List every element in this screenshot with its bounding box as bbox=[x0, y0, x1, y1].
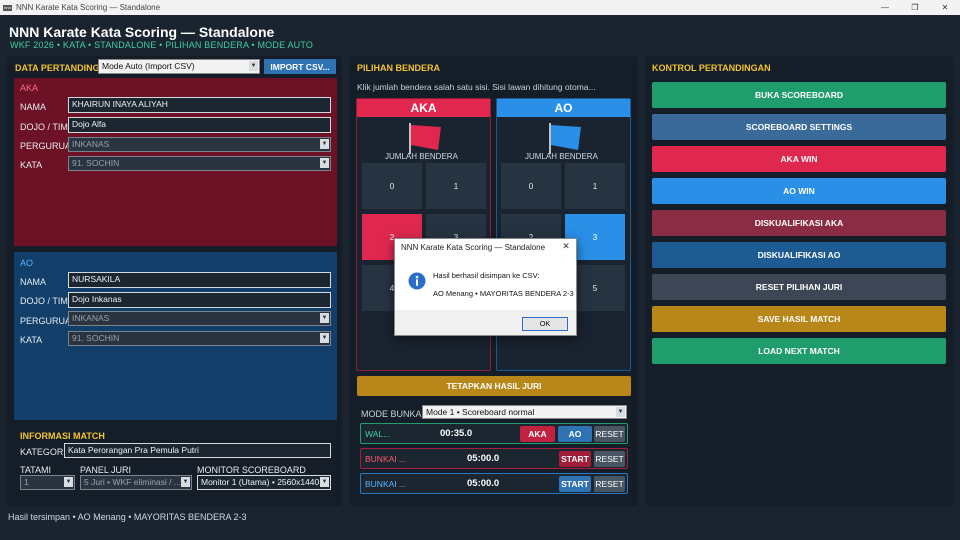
window-titlebar: nnn NNN Karate Kata Scoring — Standalone… bbox=[0, 0, 960, 15]
aka-flag-count-0[interactable]: 0 bbox=[362, 163, 422, 209]
mode-bunkai-select[interactable]: Mode 1 • Scoreboard normal ▼ bbox=[422, 405, 627, 419]
kontrol-pertandingan-title: KONTROL PERTANDINGAN bbox=[652, 63, 771, 73]
buka-scoreboard-button[interactable]: BUKA SCOREBOARD bbox=[652, 82, 946, 108]
aka-dojo-input[interactable]: Dojo Alfa bbox=[68, 117, 331, 133]
ao-flag-icon bbox=[549, 123, 581, 154]
status-text: Hasil tersimpan • AO Menang • MAYORITAS … bbox=[8, 512, 247, 522]
wal-aka-button[interactable]: AKA bbox=[520, 426, 555, 442]
chevron-down-icon: ▼ bbox=[181, 477, 190, 487]
diskualifikasi-ao-button[interactable]: DISKUALIFIKASI AO bbox=[652, 242, 946, 268]
dialog-line-2: AO Menang • MAYORITAS BENDERA 2-3 bbox=[433, 289, 574, 298]
ao-nama-input[interactable]: NURSAKILA bbox=[68, 272, 331, 288]
app-subtitle: WKF 2026 • KATA • STANDALONE • PILIHAN B… bbox=[10, 40, 314, 50]
bunkai-ao-start-button[interactable]: START bbox=[559, 476, 591, 492]
ao-nama-label: NAMA bbox=[20, 277, 47, 287]
scoreboard-settings-button[interactable]: SCOREBOARD SETTINGS bbox=[652, 114, 946, 140]
aka-perguruan-select[interactable]: INKANAS ▼ bbox=[68, 137, 331, 152]
aka-perguruan-label: PERGURUAN bbox=[20, 141, 68, 151]
aka-kata-select[interactable]: 91. SOCHIN ▼ bbox=[68, 156, 331, 171]
ao-perguruan-select[interactable]: INKANAS ▼ bbox=[68, 311, 331, 326]
bunkai-aka-timer-time: 05:00.0 bbox=[467, 453, 500, 464]
reset-pilihan-juri-button[interactable]: RESET PILIHAN JURI bbox=[652, 274, 946, 300]
aka-kata-label: KATA bbox=[20, 160, 43, 170]
aka-win-button[interactable]: AKA WIN bbox=[652, 146, 946, 172]
flag-instruction: Klik jumlah bendera salah satu sisi. Sis… bbox=[357, 82, 596, 92]
dialog-title: NNN Karate Kata Scoring — Standalone bbox=[401, 243, 546, 252]
informasi-match-title: INFORMASI MATCH bbox=[20, 431, 105, 441]
tatami-label: TATAMI bbox=[20, 465, 51, 475]
app-icon: nnn bbox=[3, 4, 12, 11]
ao-flag-header: AO bbox=[497, 99, 630, 117]
wal-reset-button[interactable]: RESET bbox=[594, 426, 625, 442]
diskualifikasi-aka-button[interactable]: DISKUALIFIKASI AKA bbox=[652, 210, 946, 236]
dialog-line-1: Hasil berhasil disimpan ke CSV: bbox=[433, 271, 540, 280]
aka-nama-label: NAMA bbox=[20, 102, 47, 112]
ao-label: AO bbox=[20, 258, 34, 268]
aka-flag-header: AKA bbox=[357, 99, 490, 117]
window-title: NNN Karate Kata Scoring — Standalone bbox=[16, 3, 161, 12]
wal-timer-time: 00:35.0 bbox=[440, 428, 473, 439]
ao-flag-count-1[interactable]: 1 bbox=[565, 163, 625, 209]
chevron-down-icon: ▼ bbox=[616, 407, 625, 417]
import-csv-button[interactable]: IMPORT CSV... bbox=[264, 59, 336, 74]
wal-ao-button[interactable]: AO bbox=[558, 426, 592, 442]
monitor-select[interactable]: Monitor 1 (Utama) • 2560x1440 ▼ bbox=[197, 475, 331, 490]
aka-label: AKA bbox=[20, 83, 39, 93]
ao-flag-count-0[interactable]: 0 bbox=[501, 163, 561, 209]
panel-juri-label: PANEL JURI bbox=[80, 465, 132, 475]
save-hasil-match-button[interactable]: SAVE HASIL MATCH bbox=[652, 306, 946, 332]
aka-flag-icon bbox=[409, 123, 441, 154]
pilihan-bendera-title: PILIHAN BENDERA bbox=[357, 63, 441, 73]
chevron-down-icon: ▼ bbox=[320, 313, 329, 323]
mode-bunkai-label: MODE BUNKAI bbox=[361, 409, 425, 419]
dialog-close-icon[interactable]: ✕ bbox=[560, 240, 572, 252]
kategori-label: KATEGORI bbox=[20, 447, 66, 457]
app-title: NNN Karate Kata Scoring — Standalone bbox=[9, 24, 275, 40]
bunkai-aka-timer-label: BUNKAI ... bbox=[365, 454, 407, 464]
dialog-ok-button[interactable]: OK bbox=[522, 317, 568, 331]
ao-kata-select[interactable]: 91. SOCHIN ▼ bbox=[68, 331, 331, 346]
ao-dojo-input[interactable]: Dojo Inkanas bbox=[68, 292, 331, 308]
mode-select[interactable]: Mode Auto (Import CSV) ▼ bbox=[98, 59, 260, 74]
ao-jumlah-bendera-label: JUMLAH BENDERA bbox=[525, 152, 598, 161]
maximize-button[interactable]: ❐ bbox=[900, 0, 930, 15]
aka-jumlah-bendera-label: JUMLAH BENDERA bbox=[385, 152, 458, 161]
info-icon bbox=[408, 272, 426, 290]
ao-win-button[interactable]: AO WIN bbox=[652, 178, 946, 204]
ao-perguruan-label: PERGURUAN bbox=[20, 316, 68, 326]
chevron-down-icon: ▼ bbox=[320, 139, 329, 149]
bunkai-ao-reset-button[interactable]: RESET bbox=[594, 476, 625, 492]
message-dialog: NNN Karate Kata Scoring — Standalone ✕ H… bbox=[394, 238, 577, 336]
bunkai-aka-reset-button[interactable]: RESET bbox=[594, 451, 625, 467]
ao-kata-label: KATA bbox=[20, 335, 43, 345]
chevron-down-icon: ▼ bbox=[320, 477, 329, 487]
chevron-down-icon: ▼ bbox=[249, 61, 258, 71]
bunkai-ao-timer-time: 05:00.0 bbox=[467, 478, 500, 489]
monitor-scoreboard-label: MONITOR SCOREBOARD bbox=[197, 465, 306, 475]
aka-dojo-label: DOJO / TIM bbox=[20, 122, 68, 132]
chevron-down-icon: ▼ bbox=[320, 333, 329, 343]
load-next-match-button[interactable]: LOAD NEXT MATCH bbox=[652, 338, 946, 364]
aka-nama-input[interactable]: KHAIRUN INAYA ALIYAH bbox=[68, 97, 331, 113]
wal-timer-label: WAL... bbox=[365, 429, 391, 439]
minimize-button[interactable]: — bbox=[870, 0, 900, 15]
close-window-button[interactable]: ✕ bbox=[930, 0, 960, 15]
chevron-down-icon: ▼ bbox=[320, 158, 329, 168]
tatami-select[interactable]: 1 ▼ bbox=[20, 475, 75, 490]
panel-juri-select[interactable]: 5 Juri • WKF eliminasi / ... ▼ bbox=[80, 475, 192, 490]
chevron-down-icon: ▼ bbox=[64, 477, 73, 487]
tetapkan-hasil-juri-button[interactable]: TETAPKAN HASIL JURI bbox=[357, 376, 631, 396]
bunkai-aka-start-button[interactable]: START bbox=[559, 451, 591, 467]
aka-flag-count-1[interactable]: 1 bbox=[426, 163, 486, 209]
bunkai-ao-timer-label: BUNKAI ... bbox=[365, 479, 407, 489]
ao-dojo-label: DOJO / TIM bbox=[20, 296, 68, 306]
kategori-input[interactable]: Kata Perorangan Pra Pemula Putri bbox=[64, 443, 331, 458]
